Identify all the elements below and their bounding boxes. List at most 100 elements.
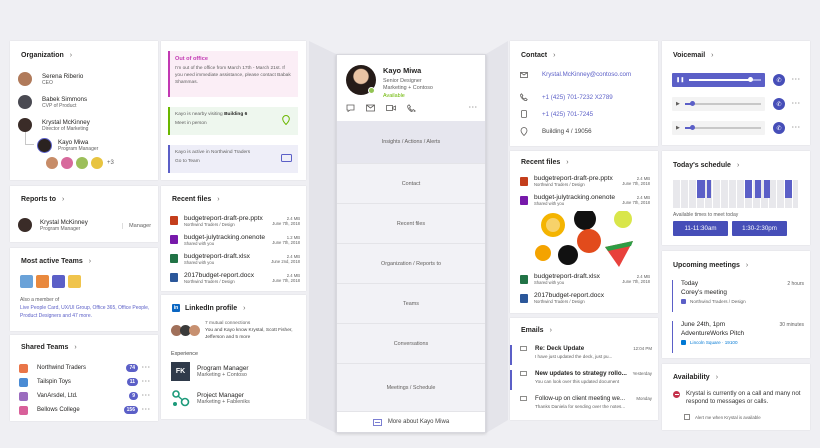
- more-options-icon[interactable]: ···: [142, 393, 151, 399]
- meeting-item[interactable]: June 24th, 1pm 30 minutes AdventureWorks …: [672, 321, 804, 353]
- chevron-right-icon: ›: [62, 196, 65, 203]
- org-person-current[interactable]: Kayo Miwa Program Manager: [37, 138, 98, 153]
- section-organization[interactable]: Organization / Reports to: [337, 244, 485, 284]
- team-icon[interactable]: [52, 275, 65, 288]
- voicemail-player[interactable]: ▶: [672, 97, 765, 111]
- meeting-item[interactable]: Today 2 hours Corey's meeting Northwind T…: [672, 280, 804, 312]
- file-item[interactable]: budgetreport-draft.xlsx Shared with you 2…: [170, 249, 300, 268]
- org-person[interactable]: Babek Simmons CVP of Product: [18, 95, 87, 109]
- shared-team-item[interactable]: VanArsdel, Ltd. 9 ···: [19, 389, 151, 403]
- chevron-right-icon: ›: [549, 327, 552, 334]
- voicemail-player[interactable]: ▶: [672, 121, 765, 135]
- section-recent-files[interactable]: Recent files: [337, 204, 485, 244]
- voicemail-scrubber[interactable]: [689, 125, 695, 131]
- call-button[interactable]: ✆: [773, 122, 785, 134]
- contact-phone[interactable]: +1 (425) 701-7232 X2789: [520, 93, 613, 101]
- recent-files-title[interactable]: Recent files ›: [521, 159, 569, 166]
- team-icon[interactable]: [36, 275, 49, 288]
- schedule-grid[interactable]: [673, 180, 798, 208]
- team-icon[interactable]: [68, 275, 81, 288]
- email-item[interactable]: Re: Deck Update 12:04 PM I have just upda…: [510, 345, 658, 365]
- pause-icon[interactable]: ❚❚: [676, 77, 684, 83]
- phone-call-icon[interactable]: [407, 104, 416, 112]
- file-item[interactable]: budgetreport-draft-pre.pptx Northwind Tra…: [170, 211, 300, 230]
- team-icon[interactable]: [20, 275, 33, 288]
- section-meetings[interactable]: Meetings / Schedule: [337, 364, 485, 412]
- more-options-icon[interactable]: ···: [142, 379, 151, 385]
- chevron-right-icon: ›: [711, 52, 714, 59]
- file-item[interactable]: budget-julytracking.onenote Shared with y…: [170, 230, 300, 249]
- manager-person[interactable]: Krystal McKinney Program Manager: [18, 218, 88, 232]
- file-preview-image[interactable]: [533, 211, 639, 269]
- voicemail-item[interactable]: ▶ ✆ ···: [672, 92, 804, 116]
- direct-reports[interactable]: +3: [46, 157, 114, 169]
- shared-team-item[interactable]: Bellows College 156 ···: [19, 403, 151, 417]
- voicemail-title[interactable]: Voicemail ›: [673, 52, 714, 59]
- alert-checkbox[interactable]: [684, 414, 690, 420]
- upcoming-meetings-title[interactable]: Upcoming meetings ›: [673, 262, 748, 269]
- organization-title[interactable]: Organization ›: [21, 52, 72, 59]
- section-contact[interactable]: Contact: [337, 164, 485, 204]
- chat-icon[interactable]: [346, 104, 355, 112]
- more-options-icon[interactable]: ···: [792, 77, 801, 83]
- chevron-right-icon: ›: [243, 304, 246, 312]
- alert-me-option[interactable]: Alert me when Krystal is available: [684, 414, 761, 420]
- reports-to-title[interactable]: Reports to ›: [21, 196, 64, 203]
- mail-icon[interactable]: [366, 104, 375, 112]
- file-item[interactable]: 2017budget-report.docx Northwind Traders …: [520, 292, 650, 304]
- go-to-team-link[interactable]: Go to Team: [175, 159, 293, 164]
- recent-files-title[interactable]: Recent files ›: [172, 196, 220, 203]
- video-call-icon[interactable]: [386, 104, 396, 112]
- availability-title[interactable]: Availability ›: [673, 374, 718, 381]
- file-item[interactable]: budgetreport-draft.xlsx Shared with you 2…: [520, 273, 650, 285]
- voicemail-progress-track[interactable]: [684, 125, 761, 131]
- experience-item[interactable]: Project Manager Marketing + Fableniks: [171, 389, 250, 408]
- voicemail-scrubber[interactable]: [689, 101, 695, 107]
- time-slot-button[interactable]: 1:30-2:30pm: [732, 221, 787, 236]
- more-about-button[interactable]: More about Kayo Miwa: [337, 412, 485, 432]
- play-icon[interactable]: ▶: [676, 101, 680, 107]
- more-options-icon[interactable]: ···: [792, 125, 801, 131]
- play-icon[interactable]: ▶: [676, 125, 680, 131]
- voicemail-progress-track[interactable]: [689, 77, 761, 83]
- contact-mobile[interactable]: +1 (425) 701-7245: [520, 110, 593, 118]
- call-button[interactable]: ✆: [773, 74, 785, 86]
- time-slot-button[interactable]: 11-11:30am: [673, 221, 728, 236]
- more-options-icon[interactable]: ···: [142, 365, 151, 371]
- voicemail-player[interactable]: ❚❚: [672, 73, 765, 87]
- schedule-title[interactable]: Today's schedule ›: [673, 162, 739, 169]
- meet-in-person-link[interactable]: Meet in person: [175, 121, 293, 126]
- file-item[interactable]: budgetreport-draft-pre.pptx Northwind Tra…: [520, 175, 650, 187]
- section-insights[interactable]: Insights / Actions / Alerts: [337, 121, 485, 164]
- more-teams-link[interactable]: and 47 more.: [63, 313, 92, 319]
- voicemail-item[interactable]: ▶ ✆ ···: [672, 116, 804, 140]
- most-active-teams-title[interactable]: Most active Teams ›: [21, 258, 91, 265]
- shared-team-item[interactable]: Northwind Traders 74 ···: [19, 361, 151, 375]
- experience-item[interactable]: FK Program Manager Marketing + Contoso: [171, 362, 249, 381]
- voicemail-scrubber[interactable]: [747, 77, 753, 83]
- linkedin-title[interactable]: in LinkedIn profile ›: [172, 304, 245, 312]
- file-item[interactable]: budget-julytracking.onenote Shared with y…: [520, 194, 650, 206]
- nearby-alert[interactable]: Kayo is nearby visiting Building 6 Meet …: [168, 107, 298, 135]
- voicemail-progress-track[interactable]: [684, 101, 761, 107]
- contact-email[interactable]: Krystal.McKinney@contoso.com: [520, 71, 631, 78]
- org-person[interactable]: Krystal McKinney Director of Marketing: [18, 118, 90, 132]
- email-item[interactable]: Follow-up on client meeting we... Monday …: [510, 395, 658, 415]
- team-name: Bellows College: [37, 407, 80, 413]
- more-options-icon[interactable]: ···: [142, 407, 151, 413]
- file-item[interactable]: 2017budget-report.docx Northwind Traders …: [170, 268, 300, 287]
- section-teams[interactable]: Teams: [337, 284, 485, 324]
- voicemail-item[interactable]: ❚❚ ✆ ···: [672, 68, 804, 92]
- org-person[interactable]: Serena Riberio CEO: [18, 72, 83, 86]
- emails-title[interactable]: Emails ›: [521, 327, 552, 334]
- email-item[interactable]: New updates to strategy rollo... Yesterda…: [510, 370, 658, 390]
- more-options-icon[interactable]: ···: [792, 101, 801, 107]
- shared-teams-title[interactable]: Shared Teams ›: [21, 344, 77, 351]
- section-conversations[interactable]: Conversations: [337, 324, 485, 364]
- mutual-connections[interactable]: 7 mutual connections You and Kayo know K…: [171, 320, 297, 341]
- more-options-icon[interactable]: ···: [469, 105, 478, 111]
- contact-title[interactable]: Contact ›: [521, 52, 555, 59]
- shared-team-item[interactable]: Tailspin Toys 11 ···: [19, 375, 151, 389]
- active-team-alert[interactable]: Kayo is active in Northwind Traders Go t…: [168, 145, 298, 173]
- call-button[interactable]: ✆: [773, 98, 785, 110]
